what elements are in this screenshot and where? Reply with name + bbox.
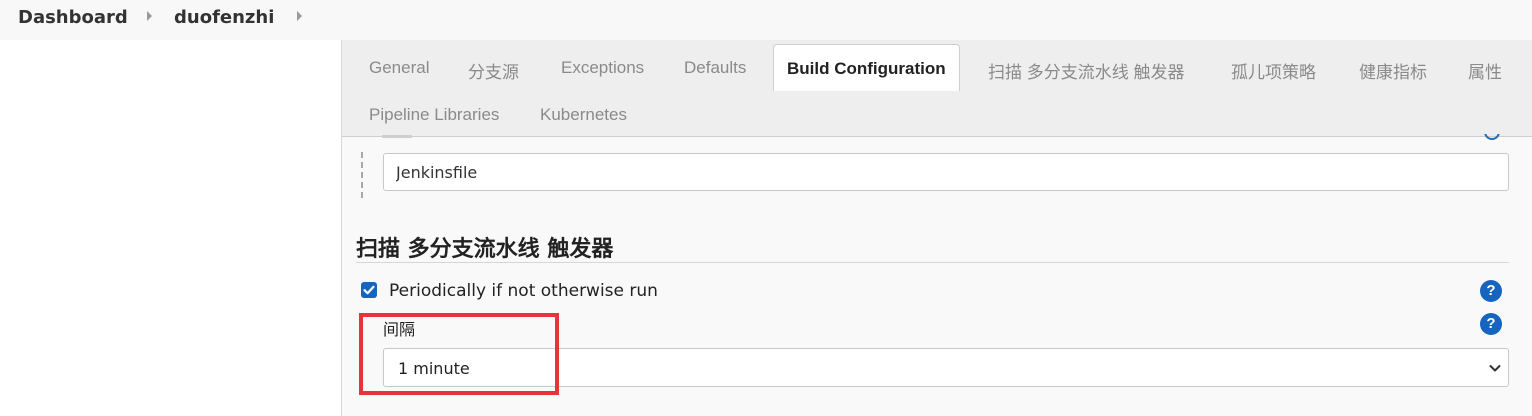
help-icon[interactable] xyxy=(1484,134,1504,140)
section-title-scan-triggers: 扫描 多分支流水线 触发器 xyxy=(356,237,614,262)
tab-pipeline-libraries[interactable]: Pipeline Libraries xyxy=(369,105,499,125)
tab-exceptions[interactable]: Exceptions xyxy=(561,58,644,78)
chevron-down-icon xyxy=(1489,365,1501,372)
interval-select[interactable]: 1 minute xyxy=(383,348,1509,387)
script-path-input[interactable] xyxy=(383,153,1509,191)
periodic-run-checkbox[interactable] xyxy=(361,282,377,298)
script-path-label-partial xyxy=(382,135,412,138)
help-icon[interactable]: ? xyxy=(1480,313,1502,335)
periodic-run-label[interactable]: Periodically if not otherwise run xyxy=(389,281,658,301)
tab-general[interactable]: General xyxy=(369,58,429,78)
breadcrumb-job-link[interactable]: duofenzhi xyxy=(174,7,274,28)
caret-right-icon[interactable] xyxy=(297,11,302,21)
nested-section-guide xyxy=(361,152,363,198)
tab-defaults[interactable]: Defaults xyxy=(684,58,746,78)
breadcrumb: Dashboard duofenzhi xyxy=(0,0,1532,40)
config-panel: General 分支源 Exceptions Defaults Build Co… xyxy=(341,40,1532,416)
interval-label: 间隔 xyxy=(383,320,416,339)
help-icon[interactable]: ? xyxy=(1480,280,1502,302)
tab-orphaned-item-strategy[interactable]: 孤儿项策略 xyxy=(1231,58,1316,83)
tab-health-metrics[interactable]: 健康指标 xyxy=(1359,58,1427,83)
tab-kubernetes[interactable]: Kubernetes xyxy=(540,105,627,125)
checkmark-icon xyxy=(363,285,375,295)
interval-selected-value: 1 minute xyxy=(398,359,470,378)
section-divider xyxy=(356,262,1509,263)
tab-branch-sources[interactable]: 分支源 xyxy=(468,58,519,83)
config-tab-bar: General 分支源 Exceptions Defaults Build Co… xyxy=(342,40,1532,137)
side-panel xyxy=(0,40,341,416)
tab-scan-triggers[interactable]: 扫描 多分支流水线 触发器 xyxy=(988,58,1184,83)
breadcrumb-dashboard-link[interactable]: Dashboard xyxy=(18,7,128,28)
tab-build-configuration[interactable]: Build Configuration xyxy=(773,44,960,91)
tab-properties[interactable]: 属性 xyxy=(1468,58,1502,83)
caret-right-icon[interactable] xyxy=(147,11,152,21)
